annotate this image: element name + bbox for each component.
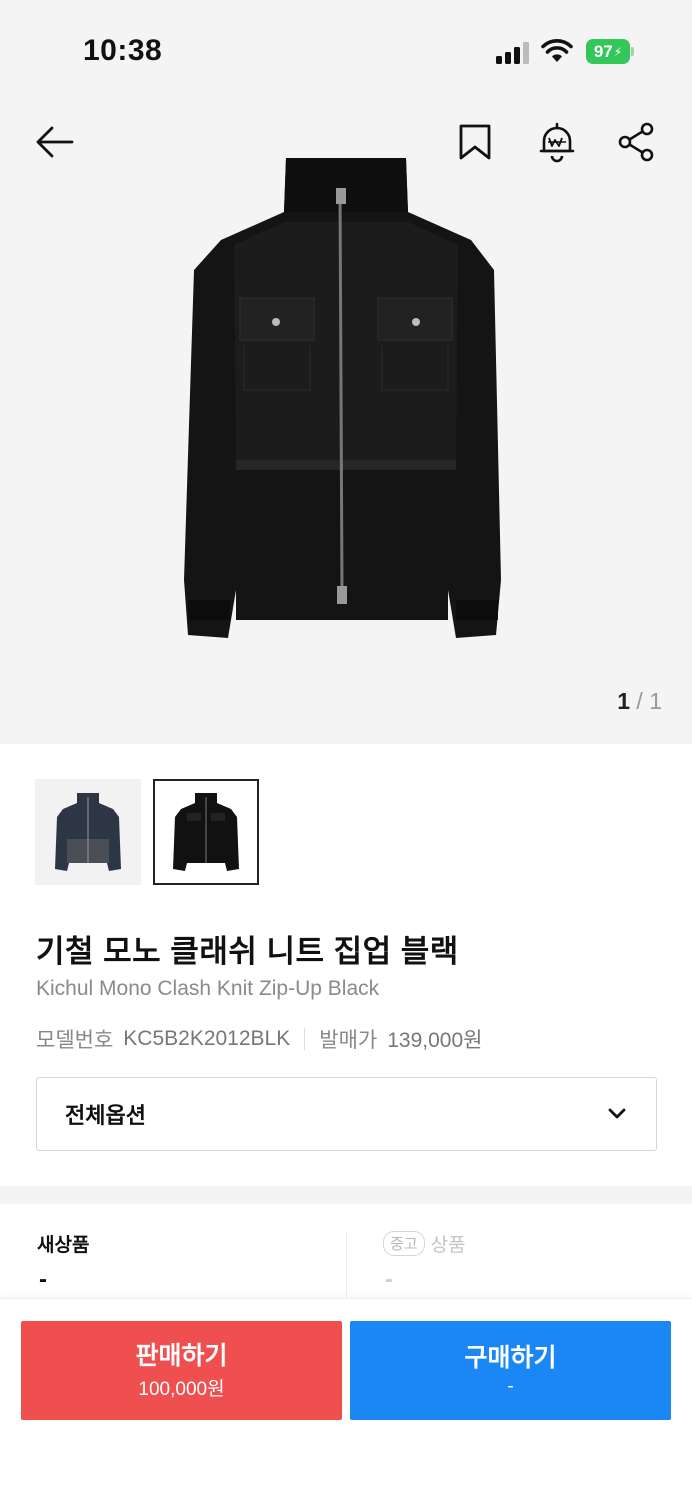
bottom-action-bar: 판매하기 100,000원 구매하기 - xyxy=(0,1298,692,1500)
battery-icon: 97 ⚡ xyxy=(586,39,634,64)
tab-divider xyxy=(346,1232,347,1300)
meta-divider xyxy=(304,1028,306,1050)
battery-level: 97 xyxy=(593,41,613,61)
tab-new-product[interactable]: 새상품 xyxy=(37,1230,89,1257)
tab-used-product[interactable]: 중고 상품 xyxy=(383,1230,466,1257)
pager-current: 1 xyxy=(617,688,631,714)
section-divider xyxy=(0,1186,692,1204)
wifi-icon xyxy=(541,39,573,62)
product-meta: 모델번호 KC5B2K2012BLK 발매가 139,000원 xyxy=(36,1024,482,1054)
pager-separator: / xyxy=(630,688,650,714)
back-arrow-icon xyxy=(36,126,74,158)
cellular-signal-icon xyxy=(496,40,532,64)
buy-button[interactable]: 구매하기 - xyxy=(350,1321,671,1420)
chevron-down-icon xyxy=(608,1108,626,1119)
image-pager: 1 / 1 xyxy=(617,688,662,715)
used-product-price: - xyxy=(385,1266,393,1293)
product-image-area[interactable]: 10:38 97 ⚡ 1 / 1 xyxy=(0,0,692,744)
release-price-label: 발매가 xyxy=(319,1029,378,1052)
pager-total: 1 xyxy=(649,688,662,714)
buy-button-label: 구매하기 xyxy=(464,1344,557,1372)
share-button[interactable] xyxy=(612,118,660,166)
sell-button[interactable]: 판매하기 100,000원 xyxy=(21,1321,342,1420)
price-alert-button[interactable] xyxy=(533,118,581,166)
thumbnail-navy-image xyxy=(55,793,121,871)
new-product-price: - xyxy=(39,1266,47,1293)
used-tab-label: 상품 xyxy=(430,1235,466,1256)
share-icon xyxy=(618,122,654,162)
option-select-label: 전체옵션 xyxy=(65,1103,146,1128)
thumbnail-black-image xyxy=(173,793,239,871)
sell-button-price: 100,000원 xyxy=(138,1378,225,1400)
model-number-label: 모델번호 xyxy=(36,1029,114,1052)
back-button[interactable] xyxy=(30,118,78,166)
release-price-value: 139,000원 xyxy=(387,1029,483,1052)
product-name-ko: 기철 모노 클래쉬 니트 집업 블랙 xyxy=(36,934,459,969)
status-bar: 10:38 97 ⚡ xyxy=(0,0,692,100)
model-number-value: KC5B2K2012BLK xyxy=(123,1027,291,1050)
sell-button-label: 판매하기 xyxy=(135,1341,228,1370)
price-alert-bell-icon xyxy=(539,122,575,163)
product-jacket-image xyxy=(184,158,501,638)
thumbnail-navy[interactable] xyxy=(35,779,141,885)
status-time: 10:38 xyxy=(83,34,163,67)
option-select[interactable]: 전체옵션 xyxy=(36,1077,657,1151)
thumbnail-black[interactable] xyxy=(153,779,259,885)
buy-button-price: - xyxy=(507,1376,514,1397)
used-badge: 중고 xyxy=(383,1231,425,1256)
product-name-en: Kichul Mono Clash Knit Zip-Up Black xyxy=(36,977,380,1000)
thumbnail-strip xyxy=(35,779,259,885)
condition-tabs: 새상품 중고 상품 - - xyxy=(0,1204,692,1300)
